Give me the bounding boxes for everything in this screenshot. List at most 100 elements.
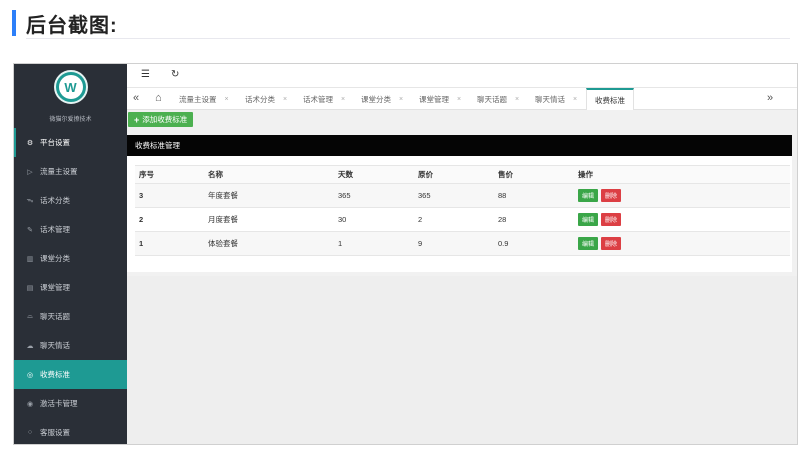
- cell-name: 体验套餐: [204, 231, 334, 256]
- sidebar-item-label: 平台设置: [40, 138, 70, 147]
- cell-actions: 编辑 删除: [574, 207, 790, 232]
- refresh-icon[interactable]: ↻: [171, 69, 179, 80]
- tab-label: 话术分类: [245, 94, 275, 104]
- edit-button[interactable]: 编辑: [578, 213, 599, 226]
- tab-label: 课堂分类: [361, 94, 391, 104]
- column-header-actions: 操作: [574, 165, 790, 184]
- sidebar-item-script-management[interactable]: ✎ 话术管理: [14, 215, 127, 244]
- sidebar-item-activation-cards[interactable]: ◉ 激活卡管理: [14, 389, 127, 418]
- sidebar-item-label: 课堂管理: [40, 283, 70, 292]
- page-tabs: « ⌂ 流量主设置 × 话术分类 × 话术管理 × 课堂分类 × 课堂管理 × …: [127, 88, 797, 110]
- column-header-days: 天数: [334, 165, 414, 184]
- home-icon[interactable]: ⌂: [155, 92, 162, 104]
- sidebar-item-label: 客服设置: [40, 428, 70, 437]
- sidebar-item-customer-service[interactable]: ○ 客服设置: [14, 418, 127, 444]
- sidebar-item-label: 话术分类: [40, 196, 70, 205]
- heading-accent-bar: [12, 10, 16, 36]
- tab-script-management[interactable]: 话术管理 ×: [303, 88, 345, 110]
- tab-label: 聊天话题: [477, 94, 507, 104]
- add-pricing-button[interactable]: + 添加收费标准: [128, 112, 194, 127]
- close-icon[interactable]: ×: [341, 96, 345, 103]
- tab-chat-topics[interactable]: 聊天话题 ×: [477, 88, 519, 110]
- tab-chat-lines[interactable]: 聊天情话 ×: [535, 88, 577, 110]
- cell-sale-price: 28: [494, 207, 574, 232]
- cell-seq: 3: [135, 183, 204, 208]
- document-icon: ▤: [26, 284, 34, 292]
- cell-days: 30: [334, 207, 414, 232]
- tab-label: 课堂管理: [419, 94, 449, 104]
- pulse-icon: ᯓ: [26, 197, 34, 204]
- tabs-prev-icon[interactable]: «: [133, 92, 139, 104]
- cell-actions: 编辑 删除: [574, 231, 790, 256]
- sidebar-item-label: 话术管理: [40, 225, 70, 234]
- sidebar-item-script-category[interactable]: ᯓ 话术分类: [14, 186, 127, 215]
- cell-actions: 编辑 删除: [574, 183, 790, 208]
- cell-days: 1: [334, 231, 414, 256]
- column-header-seq: 序号: [135, 165, 204, 184]
- close-icon[interactable]: ×: [283, 96, 287, 103]
- target-icon: ◎: [26, 371, 34, 379]
- cell-seq: 2: [135, 207, 204, 232]
- tab-label: 话术管理: [303, 94, 333, 104]
- cell-sale-price: 88: [494, 183, 574, 208]
- sidebar-item-platform-settings[interactable]: ⚙ 平台设置: [14, 128, 127, 157]
- tab-pricing[interactable]: 收费标准: [586, 88, 634, 110]
- cell-name: 年度套餐: [204, 183, 334, 208]
- close-icon[interactable]: ×: [225, 96, 229, 103]
- close-icon[interactable]: ×: [457, 96, 461, 103]
- main-content: ☰ ↻ « ⌂ 流量主设置 × 话术分类 × 话术管理 × 课堂分类 × 课堂管…: [127, 64, 797, 444]
- content-background: [127, 276, 797, 444]
- plus-icon: +: [134, 114, 140, 125]
- close-icon[interactable]: ×: [573, 96, 577, 103]
- tabs-next-icon[interactable]: »: [767, 92, 773, 104]
- page-heading: 后台截图:: [12, 10, 118, 37]
- card-icon: ◉: [26, 400, 34, 408]
- table-header-row: 序号 名称 天数 原价 售价 操作: [135, 165, 790, 184]
- column-header-original-price: 原价: [414, 165, 494, 184]
- sidebar-item-label: 课堂分类: [40, 254, 70, 263]
- sidebar-item-traffic-settings[interactable]: ▷ 流量主设置: [14, 157, 127, 186]
- page-title: 后台截图:: [26, 14, 118, 37]
- top-toolbar: ☰ ↻: [127, 64, 797, 88]
- edit-button[interactable]: 编辑: [578, 237, 599, 250]
- delete-button[interactable]: 删除: [601, 189, 622, 202]
- delete-button[interactable]: 删除: [601, 213, 622, 226]
- cell-original-price: 2: [414, 207, 494, 232]
- sidebar-item-pricing[interactable]: ◎ 收费标准: [14, 360, 127, 389]
- close-icon[interactable]: ×: [399, 96, 403, 103]
- sidebar-brand: W 微猫尔爱撩技术: [14, 64, 127, 128]
- cell-seq: 1: [135, 231, 204, 256]
- edit-button[interactable]: 编辑: [578, 189, 599, 202]
- add-button-label: 添加收费标准: [142, 115, 188, 124]
- delete-button[interactable]: 删除: [601, 237, 622, 250]
- pricing-table: 序号 名称 天数 原价 售价 操作 3 年度套餐 365 365 88 编辑 删…: [135, 165, 790, 256]
- circle-icon: ○: [27, 429, 33, 436]
- table-row: 1 体验套餐 1 9 0.9 编辑 删除: [135, 231, 790, 256]
- cell-name: 月度套餐: [204, 207, 334, 232]
- gear-icon: ⚙: [26, 139, 34, 147]
- close-icon[interactable]: ×: [515, 96, 519, 103]
- tab-course-management[interactable]: 课堂管理 ×: [419, 88, 461, 110]
- sidebar-nav: ⚙ 平台设置 ▷ 流量主设置 ᯓ 话术分类 ✎ 话术管理 ▥ 课堂分类 ▤ 课堂…: [14, 128, 127, 444]
- tab-label: 聊天情话: [535, 94, 565, 104]
- tab-script-category[interactable]: 话术分类 ×: [245, 88, 287, 110]
- cell-sale-price: 0.9: [494, 231, 574, 256]
- tab-course-category[interactable]: 课堂分类 ×: [361, 88, 403, 110]
- edit-icon: ✎: [27, 226, 33, 234]
- cell-original-price: 365: [414, 183, 494, 208]
- cell-original-price: 9: [414, 231, 494, 256]
- menu-toggle-icon[interactable]: ☰: [141, 69, 150, 80]
- heading-divider: [26, 38, 790, 39]
- sidebar-item-label: 聊天情话: [40, 341, 70, 350]
- sidebar-item-chat-lines[interactable]: ☁ 聊天情话: [14, 331, 127, 360]
- panel-title: 收费标准管理: [127, 135, 792, 156]
- sidebar-item-label: 流量主设置: [40, 167, 78, 176]
- sidebar-item-course-category[interactable]: ▥ 课堂分类: [14, 244, 127, 273]
- tab-traffic-settings[interactable]: 流量主设置 ×: [179, 88, 229, 110]
- sidebar-item-label: 收费标准: [40, 370, 70, 379]
- sidebar-item-course-management[interactable]: ▤ 课堂管理: [14, 273, 127, 302]
- tab-label: 收费标准: [595, 95, 625, 105]
- admin-app-window: W 微猫尔爱撩技术 ⚙ 平台设置 ▷ 流量主设置 ᯓ 话术分类 ✎ 话术管理 ▥…: [13, 63, 798, 445]
- sidebar-item-chat-topics[interactable]: ⌓ 聊天话题: [14, 302, 127, 331]
- sidebar-item-label: 激活卡管理: [40, 399, 78, 408]
